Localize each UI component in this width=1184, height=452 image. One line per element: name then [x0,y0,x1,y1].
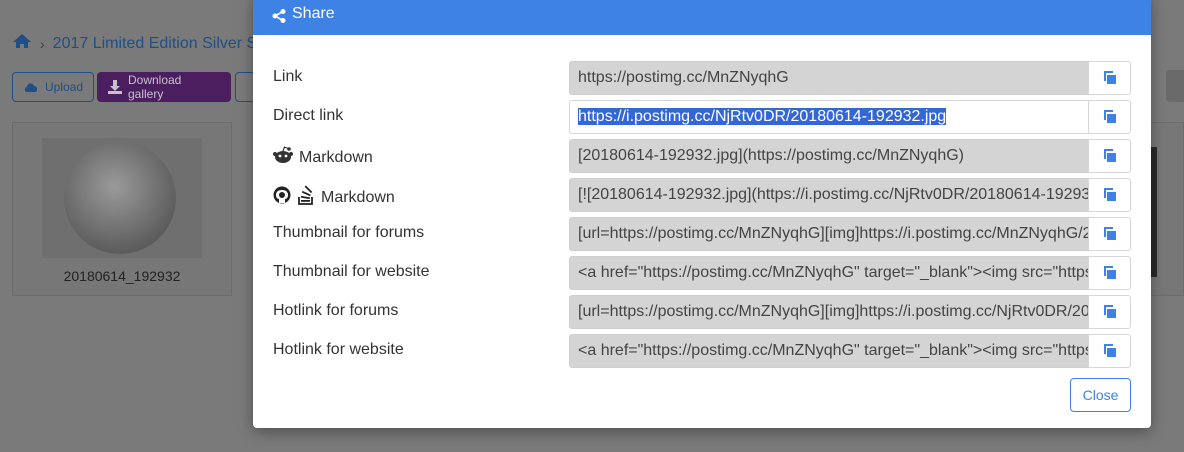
share-row-link: Link https://postimg.cc/MnZNyqhG [253,61,1151,95]
thumbnail-forums-field[interactable]: [url=https://postimg.cc/MnZNyqhG][img]ht… [569,217,1088,251]
row-label: Link [273,68,303,85]
copy-icon [1103,344,1116,357]
cloud-upload-icon [24,83,38,92]
markdown-reddit-field[interactable]: [20180614-192932.jpg](https://postimg.cc… [569,139,1088,173]
upload-label: Upload [44,80,83,94]
copy-icon [1103,149,1116,162]
copy-button[interactable] [1088,256,1131,290]
copy-button[interactable] [1088,295,1131,329]
share-row-hotlink-website: Hotlink for website <a href="https://pos… [253,334,1151,368]
gallery-item-label: 20180614_192932 [63,268,181,284]
row-label: Thumbnail for website [273,263,430,280]
hotlink-forums-field[interactable]: [url=https://postimg.cc/MnZNyqhG][img]ht… [569,295,1088,329]
modal-title: Share [292,5,335,22]
row-label: Markdown [273,146,373,169]
coin-image [64,142,176,254]
copy-button[interactable] [1088,178,1131,212]
markdown-github-field[interactable]: [![20180614-192932.jpg](https://i.postim… [569,178,1088,212]
chevron-right-icon: › [40,35,45,52]
direct-link-field[interactable]: https://i.postimg.cc/NjRtv0DR/20180614-1… [569,100,1088,134]
copy-button[interactable] [1088,100,1131,134]
share-modal: Share Link https://postimg.cc/MnZNyqhG D… [253,0,1151,428]
row-label-text: Markdown [299,148,373,166]
share-row-markdown-reddit: Markdown [20180614-192932.jpg](https://p… [253,139,1151,173]
share-row-thumbnail-website: Thumbnail for website <a href="https://p… [253,256,1151,290]
row-label: Hotlink for forums [273,302,399,319]
breadcrumb: › 2017 Limited Edition Silver S [12,33,257,54]
hotlink-website-field[interactable]: <a href="https://postimg.cc/MnZNyqhG" ta… [569,334,1088,368]
copy-button[interactable] [1088,139,1131,173]
link-field[interactable]: https://postimg.cc/MnZNyqhG [569,61,1088,95]
copy-icon [1103,188,1116,201]
row-label: Thumbnail for forums [273,224,425,241]
upload-button[interactable]: Upload [12,72,94,102]
breadcrumb-album-title[interactable]: 2017 Limited Edition Silver S [53,35,258,53]
gallery-item[interactable]: 20180614_192932 [12,122,232,296]
reddit-icon [273,146,293,169]
share-row-direct-link: Direct link https://i.postimg.cc/NjRtv0D… [253,100,1151,134]
row-label-text: Markdown [321,188,395,206]
copy-icon [1103,227,1116,240]
github-icon [273,186,291,209]
download-gallery-button[interactable]: Download gallery [97,72,231,102]
search-button[interactable] [1166,70,1184,102]
row-label: Markdown [273,185,395,210]
home-icon[interactable] [12,33,32,54]
share-row-thumbnail-forums: Thumbnail for forums [url=https://postim… [253,217,1151,251]
copy-icon [1103,110,1116,123]
row-label: Hotlink for website [273,341,404,358]
gallery-thumbnail [42,138,202,258]
gallery-item-partial [1150,122,1184,296]
thumbnail-website-field[interactable]: <a href="https://postimg.cc/MnZNyqhG" ta… [569,256,1088,290]
copy-button[interactable] [1088,61,1131,95]
share-icon [272,9,286,23]
copy-icon [1103,71,1116,84]
share-row-hotlink-forums: Hotlink for forums [url=https://postimg.… [253,295,1151,329]
copy-icon [1103,305,1116,318]
copy-icon [1103,266,1116,279]
copy-button[interactable] [1088,217,1131,251]
modal-header: Share [253,0,1151,35]
share-row-markdown-github: Markdown [![20180614-192932.jpg](https:/… [253,178,1151,212]
stackoverflow-icon [297,185,315,210]
close-button[interactable]: Close [1070,378,1131,412]
row-label: Direct link [273,107,344,124]
download-icon [108,80,122,94]
download-label: Download gallery [127,73,182,101]
selected-text: https://i.postimg.cc/NjRtv0DR/20180614-1… [578,108,947,125]
copy-button[interactable] [1088,334,1131,368]
